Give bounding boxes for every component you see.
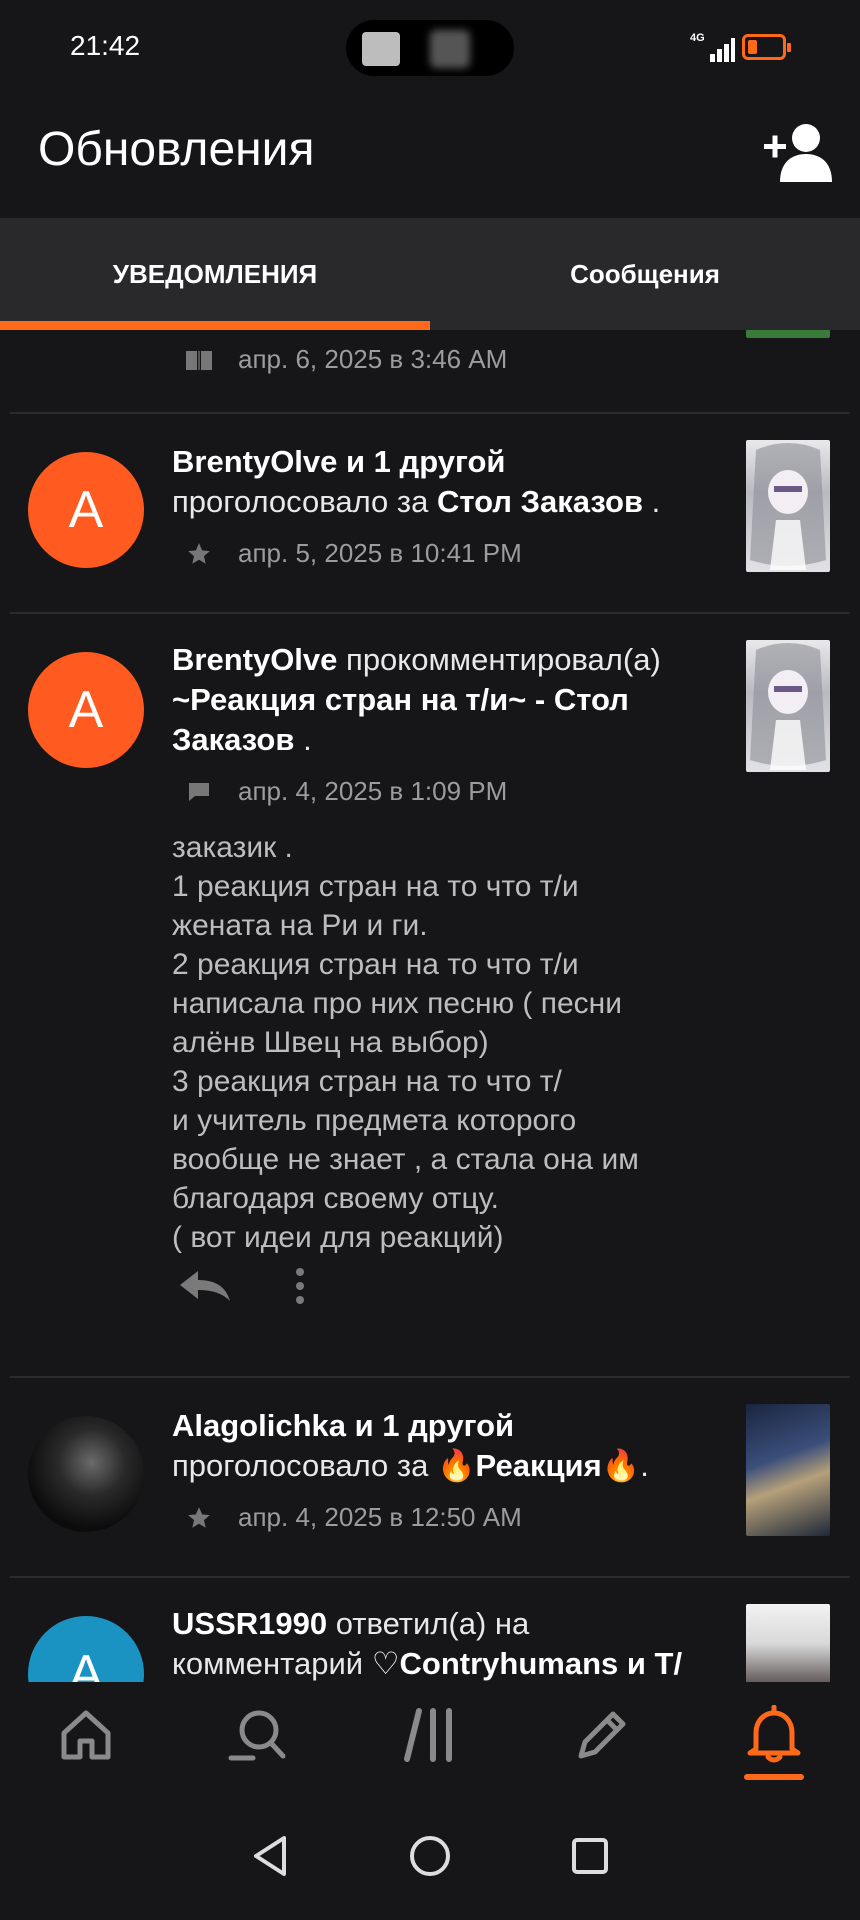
story-thumbnail[interactable] <box>746 1604 830 1682</box>
actor-name[interactable]: USSR1990 <box>172 1606 327 1641</box>
target-title[interactable]: ♡Contryhumans и Т/ <box>372 1646 682 1681</box>
action-text-2: комментарий <box>172 1646 364 1681</box>
notifications-feed[interactable]: апр. 6, 2025 в 3:46 AM A BrentyOlve и 1 … <box>0 330 860 1682</box>
story-thumbnail[interactable] <box>746 640 830 772</box>
notification-text: Alagolichka и 1 другой проголосовало за … <box>172 1408 649 1483</box>
item-date: апр. 6, 2025 в 3:46 AM <box>238 344 508 374</box>
notification-text: BrentyOlve прокомментировал(а) ~Реакция … <box>172 642 661 757</box>
home-icon <box>58 1707 114 1768</box>
actor-name[interactable]: BrentyOlve <box>172 642 337 677</box>
star-icon <box>184 1505 214 1531</box>
status-time: 21:42 <box>70 30 141 61</box>
item-meta: апр. 4, 2025 в 12:50 AM <box>184 1502 522 1533</box>
avatar[interactable]: A <box>28 652 144 768</box>
item-meta: апр. 6, 2025 в 3:46 AM <box>184 344 507 375</box>
notifications-icon <box>746 1704 802 1770</box>
nav-home[interactable] <box>0 1682 172 1792</box>
more-options-icon[interactable] <box>290 1266 310 1306</box>
signal-icon: 4G <box>690 32 735 62</box>
system-nav-bar <box>0 1792 860 1920</box>
camera-island <box>346 20 514 76</box>
bottom-nav <box>0 1682 860 1792</box>
action-text: прокомментировал(а) <box>346 642 661 677</box>
island-indicator <box>362 32 400 66</box>
recents-icon[interactable] <box>560 1826 620 1886</box>
app-header: Обновления <box>0 100 860 218</box>
story-thumbnail[interactable] <box>746 1404 830 1536</box>
home-circle-icon[interactable] <box>400 1826 460 1886</box>
tab-bar: УВЕДОМЛЕНИЯ Сообщения <box>0 218 860 330</box>
star-icon <box>184 541 214 567</box>
status-bar: 21:42 4G <box>0 0 860 100</box>
nav-notifications[interactable] <box>688 1682 860 1792</box>
avatar[interactable] <box>28 1416 144 1532</box>
item-date: апр. 5, 2025 в 10:41 PM <box>238 538 522 568</box>
tab-notifications[interactable]: УВЕДОМЛЕНИЯ <box>0 218 430 330</box>
book-icon <box>184 347 214 373</box>
nav-search[interactable] <box>172 1682 344 1792</box>
battery-icon <box>742 34 791 60</box>
divider <box>10 1576 850 1578</box>
comment-text: заказик . 1 реакция стран на то что т/и … <box>172 831 639 1254</box>
back-icon[interactable] <box>240 1826 300 1886</box>
notification-text: USSR1990 ответил(а) на комментарий ♡Cont… <box>172 1604 712 1682</box>
page-title: Обновления <box>38 123 315 176</box>
nav-library[interactable] <box>344 1682 516 1792</box>
item-date: апр. 4, 2025 в 1:09 PM <box>238 776 508 806</box>
avatar[interactable]: A <box>28 452 144 568</box>
nav-write[interactable] <box>516 1682 688 1792</box>
divider <box>10 412 850 414</box>
avatar[interactable]: A <box>28 1616 144 1682</box>
action-text: проголосовало за <box>172 484 429 519</box>
comment-actions <box>178 1266 310 1306</box>
item-date: апр. 4, 2025 в 12:50 AM <box>238 1502 522 1532</box>
write-icon <box>573 1706 631 1769</box>
target-title[interactable]: Стол Заказов <box>437 484 643 519</box>
actor-name[interactable]: BrentyOlve и 1 другой <box>172 444 505 479</box>
target-title[interactable]: ~Реакция стран на т/и~ - Стол Заказов <box>172 682 629 757</box>
tab-messages[interactable]: Сообщения <box>430 218 860 330</box>
story-thumbnail[interactable] <box>746 440 830 572</box>
item-meta: апр. 5, 2025 в 10:41 PM <box>184 538 522 569</box>
item-meta: апр. 4, 2025 в 1:09 PM <box>184 776 507 807</box>
search-icon <box>227 1706 289 1769</box>
notification-text: BrentyOlve и 1 другой проголосовало за С… <box>172 444 661 519</box>
reply-icon[interactable] <box>178 1266 238 1306</box>
add-user-icon[interactable] <box>762 122 834 184</box>
library-icon <box>401 1707 459 1768</box>
divider <box>10 612 850 614</box>
story-thumbnail[interactable] <box>746 330 830 338</box>
action-text: проголосовало за <box>172 1448 429 1483</box>
comment-icon <box>184 779 214 805</box>
divider <box>10 1376 850 1378</box>
target-title[interactable]: 🔥Реакция🔥 <box>437 1448 640 1483</box>
action-text: ответил(а) на <box>335 1606 530 1641</box>
actor-name[interactable]: Alagolichka и 1 другой <box>172 1408 514 1443</box>
network-type: 4G <box>690 32 705 44</box>
island-indicator-blurred <box>430 30 470 68</box>
